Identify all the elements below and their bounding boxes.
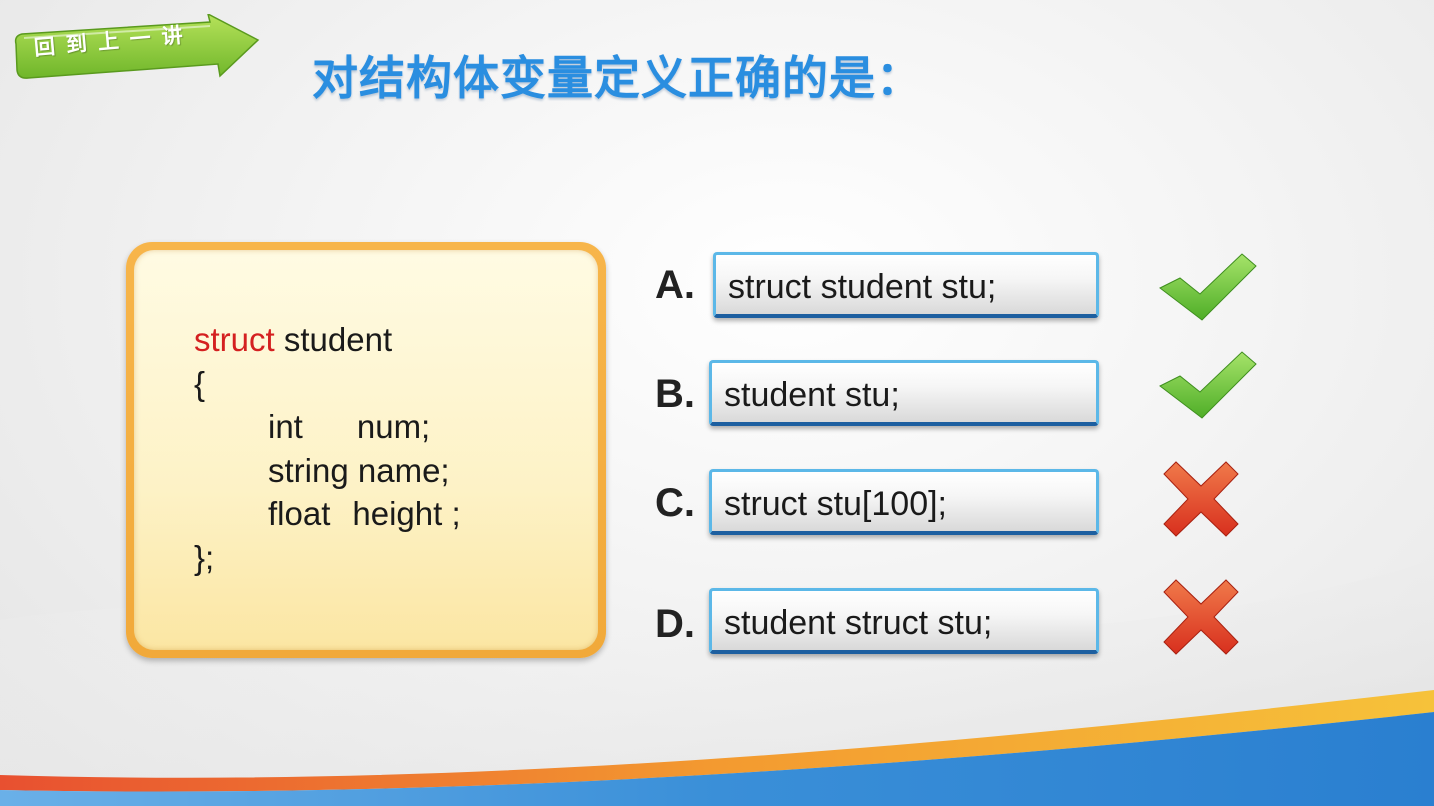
field-type: float — [268, 495, 331, 532]
field-type: string — [268, 451, 349, 489]
struct-name: student — [283, 321, 393, 358]
field-name: name; — [357, 451, 450, 489]
option-c-text: struct stu[100]; — [724, 485, 947, 523]
back-to-previous-lecture-button[interactable]: 回到上一讲 — [10, 14, 260, 84]
close-brace: }; — [194, 538, 215, 576]
option-d-letter: D. — [655, 602, 695, 646]
option-c-letter: C. — [655, 481, 695, 525]
checkmark-icon — [1159, 253, 1257, 321]
code-panel: struct student { int num; string name; fl… — [126, 242, 606, 658]
option-b-text: student stu; — [724, 376, 900, 414]
cross-icon — [1163, 579, 1239, 655]
option-c-box[interactable]: struct stu[100]; — [709, 469, 1099, 535]
code-panel-inner: struct student { int num; string name; fl… — [134, 250, 598, 650]
struct-code: struct student { int num; string name; fl… — [194, 318, 461, 579]
option-b-box[interactable]: student stu; — [709, 360, 1099, 426]
option-a-text: struct student stu; — [728, 268, 997, 306]
checkmark-icon — [1159, 351, 1257, 419]
field-name: num; — [356, 408, 431, 445]
cross-icon — [1163, 461, 1239, 537]
option-b-letter: B. — [655, 372, 695, 416]
field-name: height ; — [352, 495, 461, 532]
open-brace: { — [194, 364, 206, 402]
option-d-box[interactable]: student struct stu; — [709, 588, 1099, 654]
option-a-letter: A. — [655, 263, 695, 307]
page-title: 对结构体变量定义正确的是： — [312, 51, 923, 105]
option-a-box[interactable]: struct student stu; — [713, 252, 1099, 318]
struct-keyword: struct — [194, 321, 275, 358]
field-type: int — [268, 408, 303, 445]
option-d-text: student struct stu; — [724, 604, 993, 642]
